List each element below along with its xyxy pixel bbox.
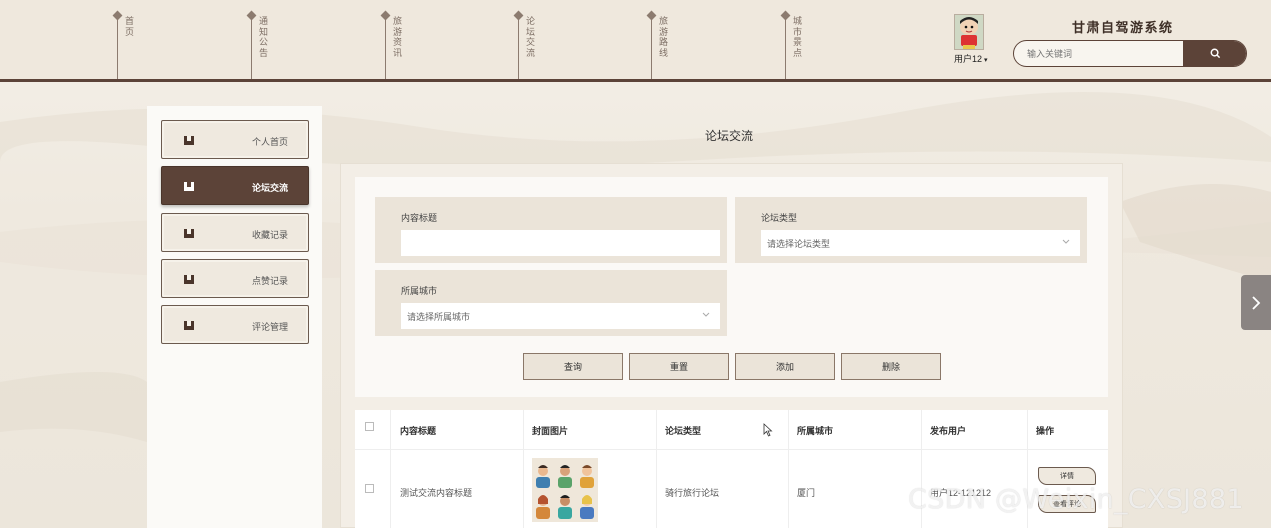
nav-item-forum[interactable]: 论坛交流 [513,10,548,80]
city-select-placeholder: 请选择所属城市 [407,311,471,322]
row-checkbox[interactable] [365,484,374,493]
nav-item-label: 论坛交流 [526,16,536,58]
title-filter: 内容标题 [375,197,727,263]
header-title: 内容标题 [400,426,437,436]
sidebar-item-label: 点赞记录 [251,276,288,286]
row-type: 骑行旅行论坛 [665,488,720,498]
sidebar-item-favorites[interactable]: 收藏记录 [161,213,309,252]
mouse-cursor-icon [763,423,773,437]
side-panel-toggle[interactable] [1241,275,1271,330]
nav-item-travel-routes[interactable]: 旅游路线 [646,10,681,80]
type-filter-label: 论坛类型 [761,213,798,223]
bookmark-icon [184,182,194,191]
nav-item-label: 首页 [125,16,135,37]
bookmark-icon [184,136,194,145]
add-button[interactable]: 添加 [735,353,835,380]
caret-down-icon: ▾ [984,57,988,64]
sidebar-item-label: 个人首页 [251,137,288,147]
sidebar-item-comments[interactable]: 评论管理 [161,305,309,344]
nav-item-label: 旅游资讯 [393,16,403,58]
avatar-cartoon-icon [955,15,983,49]
nav-item-label: 旅游路线 [659,16,669,58]
user-menu[interactable]: 用户12 ▾ [948,14,1004,68]
title-input[interactable] [401,230,720,256]
sidebar-item-label: 论坛交流 [251,183,288,193]
header-user: 发布用户 [930,426,967,436]
city-select[interactable]: 请选择所属城市 [401,303,720,329]
row-title: 测试交流内容标题 [400,488,473,498]
search-icon [1210,48,1220,59]
delete-button[interactable]: 删除 [841,353,941,380]
sidebar-item-likes[interactable]: 点赞记录 [161,259,309,298]
detail-button[interactable]: 详情 [1038,467,1096,485]
user-name-dropdown[interactable]: 用户12 ▾ [954,52,988,65]
cover-image [532,458,598,522]
nav-item-notices[interactable]: 通知公告 [246,10,281,80]
search-bar [1013,40,1247,67]
chevron-right-icon [1252,295,1261,310]
select-all-checkbox[interactable] [365,422,374,431]
row-city: 厦门 [797,488,816,498]
nav-item-label: 城市景点 [793,16,803,58]
header-type: 论坛类型 [665,426,702,436]
sidebar-item-forum[interactable]: 论坛交流 [161,166,309,205]
sidebar-item-label: 评论管理 [251,322,288,332]
city-filter: 所属城市 请选择所属城市 [375,270,727,336]
nav-item-home[interactable]: 首页 [112,10,147,80]
bookmark-icon [184,229,194,238]
nav-item-travel-news[interactable]: 旅游资讯 [380,10,415,80]
search-input[interactable] [1014,41,1184,66]
top-navigation-bar: 首页 通知公告 旅游资讯 论坛交流 旅游路线 城市景点 用户12 ▾ 甘肃自驾游… [0,0,1271,80]
header-actions: 操作 [1036,426,1055,436]
type-select-placeholder: 请选择论坛类型 [767,238,831,249]
bookmark-icon [184,321,194,330]
chevron-down-icon [1062,239,1070,244]
query-button[interactable]: 查询 [523,353,623,380]
title-filter-label: 内容标题 [401,213,438,223]
nav-item-city-attractions[interactable]: 城市景点 [780,10,815,80]
header-cover: 封面图片 [532,426,569,436]
page-title: 论坛交流 [705,129,754,143]
city-filter-label: 所属城市 [401,286,438,296]
chevron-down-icon [702,312,710,317]
avatar[interactable] [954,14,984,50]
nav-item-label: 通知公告 [259,16,269,58]
type-select[interactable]: 请选择论坛类型 [761,230,1080,256]
people-cover-image [532,458,598,522]
sidebar-item-label: 收藏记录 [251,230,288,240]
header-divider [0,79,1271,82]
header-city: 所属城市 [797,426,834,436]
filter-panel: 内容标题 论坛类型 请选择论坛类型 所属城市 请选择所属城市 [355,177,1108,397]
sidebar: 个人首页 论坛交流 收藏记录 点赞记录 评论管理 [147,106,322,528]
sidebar-item-personal-home[interactable]: 个人首页 [161,120,309,159]
bookmark-icon [184,275,194,284]
search-button[interactable] [1183,41,1246,66]
reset-button[interactable]: 重置 [629,353,729,380]
site-title: 甘肃自驾游系统 [1072,21,1174,36]
type-filter: 论坛类型 请选择论坛类型 [735,197,1087,263]
user-name-label: 用户12 [954,54,983,64]
watermark: CSDN @Weixin_CXSJ881 [908,484,1244,515]
